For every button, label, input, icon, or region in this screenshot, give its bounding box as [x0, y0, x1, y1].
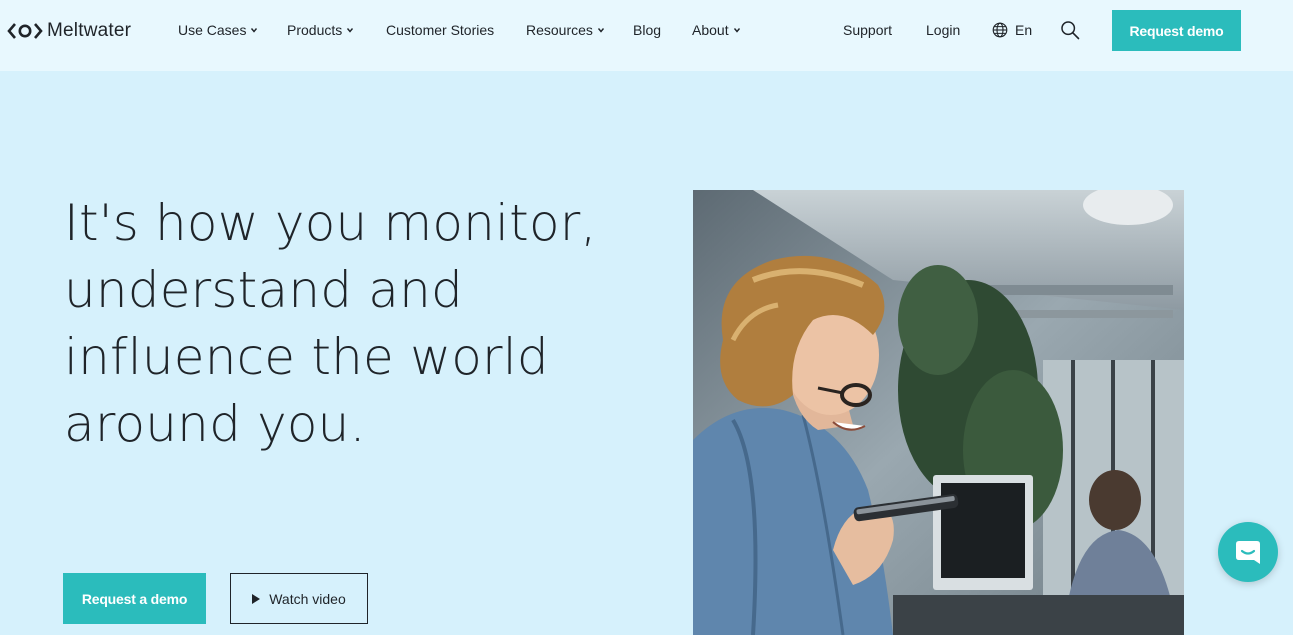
play-icon: [252, 593, 261, 604]
globe-icon: [992, 22, 1008, 38]
hero-headline: It's how you monitor, understand and inf…: [64, 194, 597, 453]
chevron-down-icon: [251, 28, 258, 33]
nav-blog-label: Blog: [633, 22, 662, 38]
nav-support-label: Support: [843, 22, 893, 38]
brand-name: Meltwater: [47, 20, 132, 41]
nav-about-label: About: [692, 22, 729, 38]
nav-customer-stories[interactable]: Customer Stories: [386, 22, 494, 38]
nav-use-cases[interactable]: Use Cases: [178, 22, 258, 38]
search-icon[interactable]: [1060, 20, 1080, 40]
chat-icon: [1236, 541, 1260, 564]
language-label: En: [1015, 22, 1033, 38]
nav-login-link[interactable]: Login: [926, 22, 960, 38]
chevron-down-icon: [347, 28, 354, 33]
photo-woman-with-phone-icon: [693, 190, 1184, 635]
watch-video-label: Watch video: [269, 590, 346, 607]
chat-launcher-button[interactable]: [1218, 522, 1278, 582]
site-header: Meltwater Use Cases Products Customer St…: [0, 0, 1293, 71]
nav-products[interactable]: Products: [287, 22, 354, 38]
chevron-down-icon: [597, 28, 604, 33]
nav-use-cases-label: Use Cases: [178, 22, 247, 38]
nav-blog[interactable]: Blog: [633, 22, 661, 38]
nav-support-link[interactable]: Support: [843, 22, 892, 38]
hero-photo: [693, 190, 1184, 635]
chevron-down-icon: [733, 28, 740, 33]
nav-resources-label: Resources: [526, 22, 593, 38]
nav-resources[interactable]: Resources: [526, 22, 605, 38]
nav-products-label: Products: [287, 22, 343, 38]
language-selector[interactable]: En: [992, 22, 1032, 38]
meltwater-logo[interactable]: Meltwater: [7, 19, 131, 43]
watch-video-button[interactable]: Watch video: [230, 573, 368, 624]
nav-about[interactable]: About: [692, 22, 741, 38]
meltwater-logo-icon: [7, 23, 43, 39]
request-a-demo-button[interactable]: Request a demo: [63, 573, 206, 624]
nav-customer-stories-label: Customer Stories: [386, 22, 495, 38]
request-demo-button[interactable]: Request demo: [1112, 10, 1241, 51]
nav-login-label: Login: [926, 22, 961, 38]
